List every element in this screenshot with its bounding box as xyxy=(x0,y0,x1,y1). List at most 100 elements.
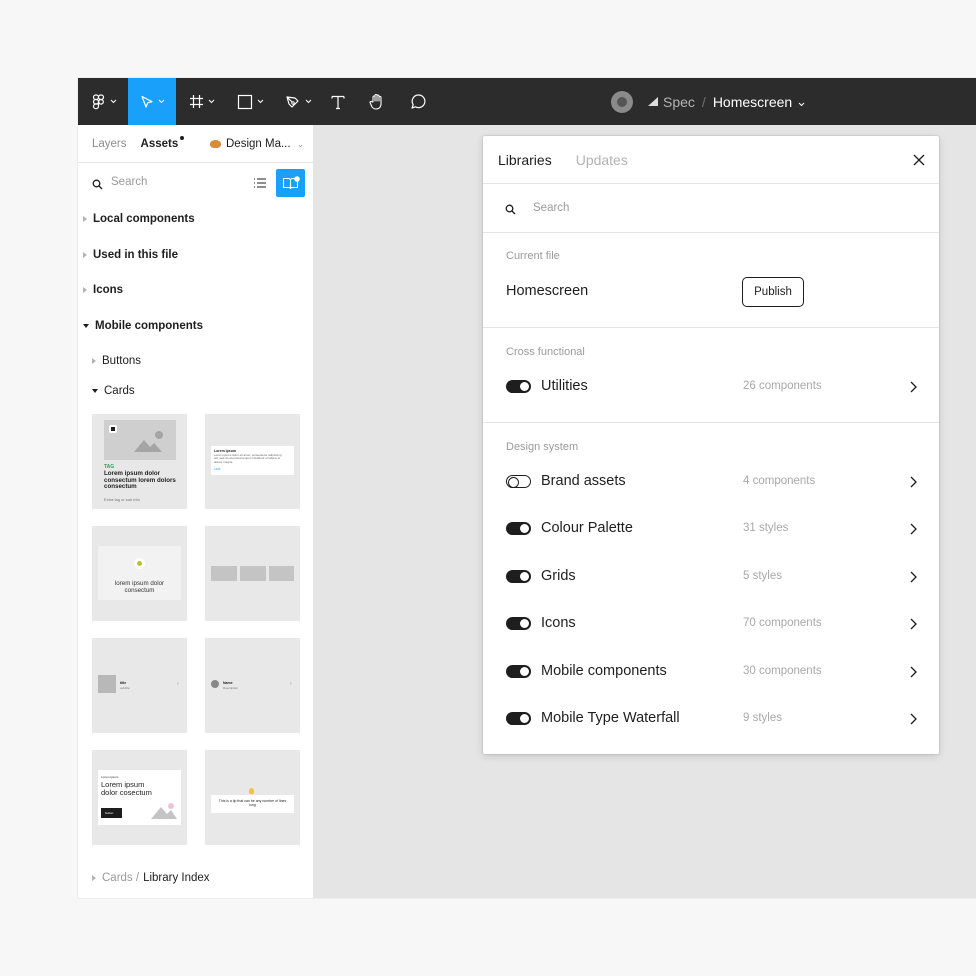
tab-assets[interactable]: Assets xyxy=(141,135,184,150)
image-placeholder xyxy=(240,566,266,581)
section-local-components[interactable]: Local components xyxy=(78,213,195,225)
chevron-down-icon xyxy=(257,99,264,104)
divider xyxy=(483,422,939,423)
avatar xyxy=(211,680,219,688)
card-link: LINK xyxy=(214,467,221,471)
library-toggle-grids[interactable] xyxy=(506,570,531,583)
section-label: Icons xyxy=(93,284,124,296)
list-icon xyxy=(254,178,266,188)
search-input[interactable]: Search xyxy=(111,176,147,188)
cursor-icon xyxy=(140,95,154,109)
section-label-design-system: Design system xyxy=(506,441,579,453)
chevron-down-icon: ⌄ xyxy=(296,138,305,149)
library-toggle-colour-palette[interactable] xyxy=(506,522,531,535)
caret-right-icon xyxy=(83,252,87,258)
chevron-right-icon[interactable] xyxy=(910,380,917,398)
sidebar-tabs: Layers Assets Design Ma... ⌄ xyxy=(78,125,313,163)
comment-icon xyxy=(410,93,427,110)
chevron-right-icon: › xyxy=(177,681,179,687)
tab-layers[interactable]: Layers xyxy=(92,138,127,150)
section-icons[interactable]: Icons xyxy=(78,284,123,296)
chevron-right-icon[interactable] xyxy=(910,522,917,540)
library-toggle-mobile-components[interactable] xyxy=(506,665,531,678)
library-count: 70 components xyxy=(743,617,822,629)
list-subtitle: Description xyxy=(223,686,239,690)
breadcrumb-parent: Cards / xyxy=(102,872,140,884)
caret-right-icon xyxy=(92,875,96,881)
component-thumbnail-list-item[interactable]: title subtitle › xyxy=(92,638,187,733)
list-view-button[interactable] xyxy=(250,173,270,193)
avocado-icon xyxy=(134,558,145,569)
chevron-right-icon[interactable] xyxy=(910,712,917,730)
chevron-right-icon[interactable] xyxy=(910,570,917,588)
spec-icon xyxy=(647,94,659,110)
chevron-right-icon[interactable] xyxy=(910,665,917,683)
library-toggle-icons[interactable] xyxy=(506,617,531,630)
library-toggle-brand-assets[interactable] xyxy=(506,475,531,488)
library-name: Mobile Type Waterfall xyxy=(541,710,680,726)
close-icon[interactable] xyxy=(913,153,925,169)
image-placeholder xyxy=(98,675,116,693)
lightbulb-icon xyxy=(249,788,254,794)
component-thumbnail-card-text[interactable]: Lorem Ipsum Lorem ipsum dolor sit amet, … xyxy=(205,414,300,509)
chevron-right-icon[interactable] xyxy=(910,475,917,493)
subsection-buttons[interactable]: Buttons xyxy=(92,355,141,367)
breadcrumb-footer[interactable]: Cards / Library Index xyxy=(92,872,210,884)
hand-tool-button[interactable] xyxy=(364,78,390,125)
library-search: Search xyxy=(483,184,939,233)
breadcrumb-separator: / xyxy=(701,93,706,110)
card-body: Lorem ipsum dolor sit amet, consectetur … xyxy=(214,454,282,464)
chevron-down-icon[interactable] xyxy=(798,94,805,110)
text-icon xyxy=(330,94,346,110)
section-label-cross-functional: Cross functional xyxy=(506,346,585,358)
text-tool-button[interactable] xyxy=(326,78,350,125)
breadcrumb-project[interactable]: Spec xyxy=(663,94,695,110)
library-selector[interactable]: Design Ma... ⌄ xyxy=(210,125,304,163)
search-icon xyxy=(92,177,103,195)
libraries-modal: Libraries Updates Search Current file Ho… xyxy=(483,136,939,754)
tab-updates[interactable]: Updates xyxy=(576,152,628,168)
chevron-down-icon xyxy=(305,99,312,104)
frame-tool-button[interactable] xyxy=(182,78,222,125)
publish-button[interactable]: Publish xyxy=(742,277,804,307)
section-label: Mobile components xyxy=(95,320,203,332)
library-count: 5 styles xyxy=(743,570,782,582)
component-thumbnail-card-cta[interactable]: Lorem ipsum Lorem ipsum dolor cosectum b… xyxy=(92,750,187,845)
left-sidebar: Layers Assets Design Ma... ⌄ Search Loca… xyxy=(78,125,314,898)
search-input[interactable]: Search xyxy=(533,202,569,214)
card-title: Lorem ipsum dolor cosectum xyxy=(101,780,152,797)
component-thumbnail-person-item[interactable]: Name Description › xyxy=(205,638,300,733)
component-thumbnail-card-centered[interactable]: lorem ipsum dolor consectum xyxy=(92,526,187,621)
mountain-icon xyxy=(109,425,163,452)
main-menu-button[interactable] xyxy=(84,78,124,125)
file-name[interactable]: Homescreen xyxy=(713,94,792,110)
comment-tool-button[interactable] xyxy=(405,78,431,125)
figma-window: Spec / Homescreen Layers Assets Design M… xyxy=(78,78,976,898)
chevron-right-icon[interactable] xyxy=(910,617,917,635)
pen-tool-button[interactable] xyxy=(278,78,318,125)
component-thumbnail-card-image[interactable]: TAG Lorem ipsum dolor consectum lorem do… xyxy=(92,414,187,509)
tab-libraries[interactable]: Libraries xyxy=(498,152,552,168)
library-name: Utilities xyxy=(541,378,588,394)
card-subinfo: Extra tag or sub info xyxy=(104,497,140,502)
section-used-in-file[interactable]: Used in this file xyxy=(78,249,178,261)
image-placeholder xyxy=(269,566,294,581)
library-toggle-utilities[interactable] xyxy=(506,380,531,393)
component-thumbnail-tip[interactable]: This is a tip that can be any number of … xyxy=(205,750,300,845)
component-thumbnail-card-carousel[interactable] xyxy=(205,526,300,621)
move-tool-button[interactable] xyxy=(128,78,176,125)
frame-icon xyxy=(189,94,204,109)
avatar[interactable] xyxy=(611,90,633,113)
subsection-label: Buttons xyxy=(102,355,141,367)
chevron-down-icon xyxy=(110,99,117,104)
library-toggle-mobile-type-waterfall[interactable] xyxy=(506,712,531,725)
subsection-cards[interactable]: Cards xyxy=(92,385,135,397)
caret-right-icon xyxy=(83,287,87,293)
shape-tool-button[interactable] xyxy=(230,78,270,125)
team-library-button[interactable] xyxy=(276,169,305,197)
section-label-current-file: Current file xyxy=(506,250,560,262)
library-name: Mobile components xyxy=(541,663,667,679)
section-mobile-components[interactable]: Mobile components xyxy=(78,320,203,332)
card-title: Lorem ipsum dolor consectum lorem dolors… xyxy=(104,470,176,490)
current-file-name: Homescreen xyxy=(506,283,589,299)
